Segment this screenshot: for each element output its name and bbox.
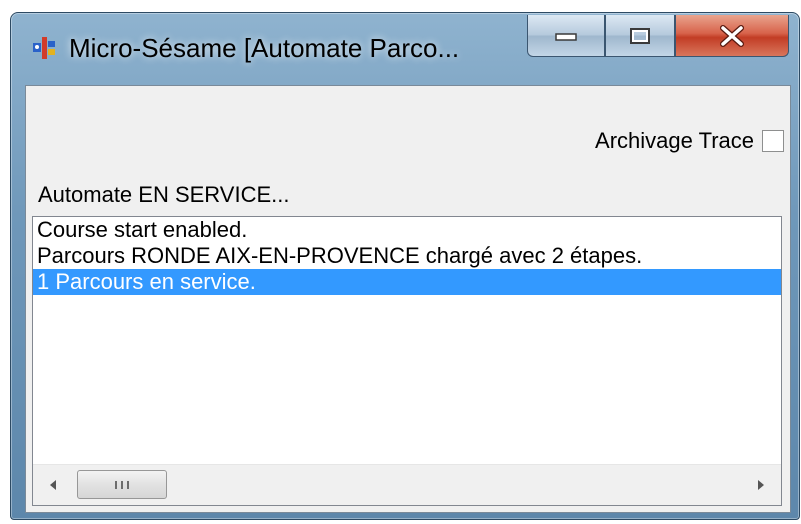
archivage-checkbox[interactable] <box>762 130 784 152</box>
minimize-button[interactable] <box>527 15 605 57</box>
scroll-right-icon <box>758 480 764 490</box>
minimize-icon <box>555 32 577 41</box>
caption-buttons <box>527 15 789 59</box>
close-button[interactable] <box>675 15 789 57</box>
window-title: Micro-Sésame [Automate Parco... <box>69 33 460 63</box>
list-item[interactable]: Parcours RONDE AIX-EN-PROVENCE chargé av… <box>33 243 781 269</box>
archivage-option: Archivage Trace <box>595 128 784 154</box>
archivage-label: Archivage Trace <box>595 128 754 153</box>
list-item-selected[interactable]: 1 Parcours en service. <box>33 269 781 295</box>
maximize-icon <box>630 27 650 44</box>
log-listbox[interactable]: Course start enabled. Parcours RONDE AIX… <box>32 216 782 506</box>
scroll-right-button[interactable] <box>741 465 781 505</box>
horizontal-scrollbar[interactable] <box>33 464 781 505</box>
maximize-button[interactable] <box>605 15 675 57</box>
status-label: Automate EN SERVICE... <box>38 182 290 207</box>
app-icon[interactable] <box>31 35 57 61</box>
scroll-left-button[interactable] <box>33 465 73 505</box>
client-area: Archivage Trace Automate EN SERVICE... C… <box>25 85 791 513</box>
list-item[interactable]: Course start enabled. <box>33 217 781 243</box>
scroll-thumb[interactable] <box>77 470 167 499</box>
close-icon <box>720 24 744 47</box>
scroll-left-icon <box>50 480 56 490</box>
title-bar[interactable]: Micro-Sésame [Automate Parco... <box>11 13 799 75</box>
grip-icon <box>115 480 129 489</box>
app-window: Micro-Sésame [Automate Parco... Archivag… <box>10 12 800 520</box>
